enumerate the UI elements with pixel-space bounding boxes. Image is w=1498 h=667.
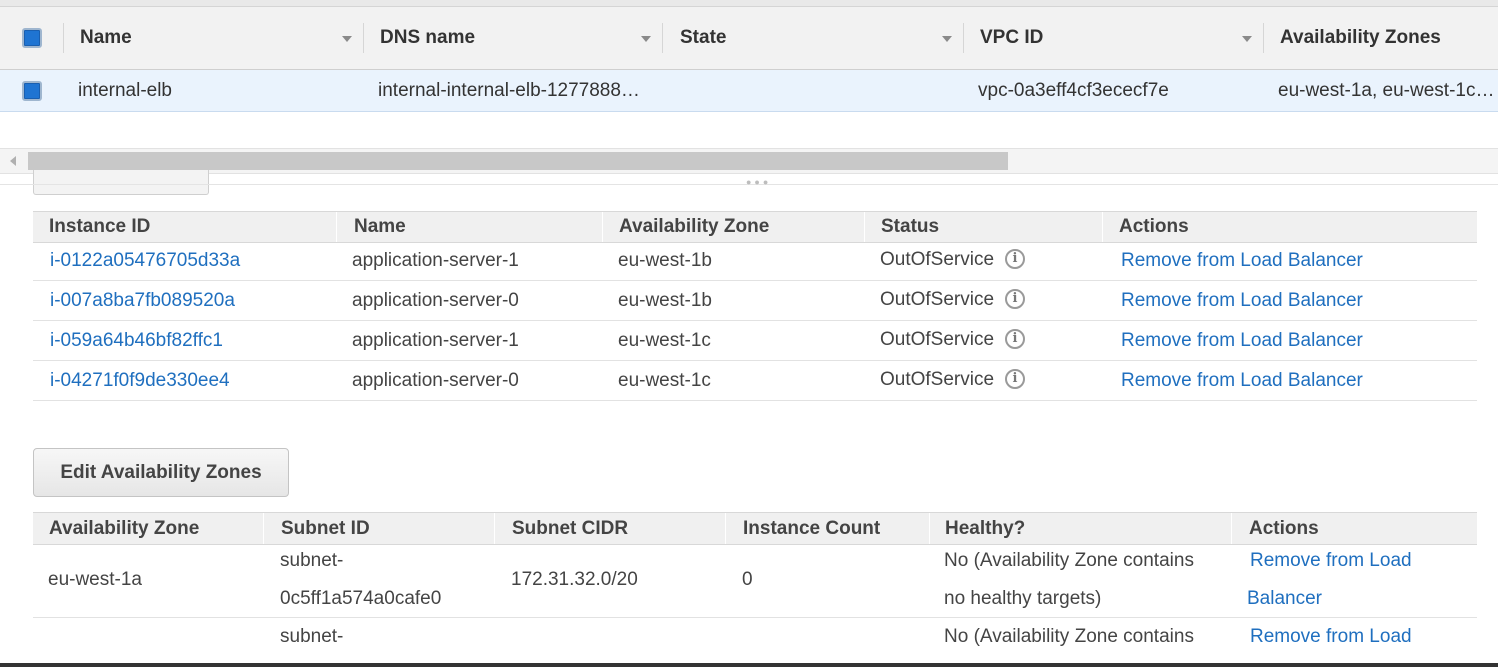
column-separator [602, 212, 603, 242]
instance-az: eu-west-1b [618, 290, 712, 311]
instance-id-link[interactable]: i-007a8ba7fb089520a [50, 290, 235, 312]
lb-dns-name: internal-internal-elb-1277888… [378, 80, 640, 101]
instance-status: OutOfService [880, 249, 995, 270]
column-header-instance-count: Instance Count [743, 518, 881, 539]
sort-caret-icon[interactable] [1242, 36, 1252, 42]
info-icon[interactable]: i [1005, 289, 1025, 309]
info-icon[interactable]: i [1005, 249, 1025, 269]
subnet-cidr: 172.31.32.0/20 [511, 569, 638, 590]
column-header-actions: Actions [1249, 518, 1319, 539]
row-divider [33, 400, 1477, 401]
column-separator [963, 23, 964, 53]
scrollbar-thumb[interactable] [28, 152, 1008, 170]
instance-status: OutOfService [880, 369, 995, 390]
instance-status: OutOfService [880, 329, 995, 350]
instance-count: 0 [742, 569, 753, 590]
column-header-actions: Actions [1119, 216, 1189, 237]
column-header-instance-id: Instance ID [49, 216, 151, 237]
instance-id-link[interactable]: i-0122a05476705d33a [50, 250, 240, 272]
sort-caret-icon[interactable] [342, 36, 352, 42]
remove-zone-link-line-1[interactable]: Remove from Load [1250, 626, 1412, 648]
edit-availability-zones-button[interactable]: Edit Availability Zones [33, 448, 289, 497]
column-header-availability-zone: Availability Zone [49, 518, 200, 539]
column-separator [929, 513, 930, 544]
lb-grid-header: Name DNS name State VPC ID Availability … [0, 7, 1498, 70]
instance-az: eu-west-1b [618, 250, 712, 271]
column-separator [864, 212, 865, 242]
lb-vpc-id: vpc-0a3eff4cf3ececf7e [978, 80, 1169, 101]
column-header-subnet-cidr: Subnet CIDR [512, 518, 629, 539]
subnet-id-line-1: subnet- [280, 550, 344, 571]
remove-from-load-balancer-link[interactable]: Remove from Load Balancer [1121, 370, 1363, 392]
resize-grip-icon[interactable]: ●●● [746, 177, 790, 187]
row-divider [33, 280, 1477, 281]
remove-zone-link-line-2[interactable]: Balancer [1247, 588, 1322, 610]
column-header-vpc-id[interactable]: VPC ID [980, 7, 1043, 69]
zones-table-header: Availability Zone Subnet ID Subnet CIDR … [33, 512, 1477, 545]
column-separator [725, 513, 726, 544]
column-header-name: Name [354, 216, 406, 237]
row-checkbox-icon[interactable] [22, 81, 42, 101]
instance-name: application-server-1 [352, 330, 519, 351]
partially-hidden-button[interactable] [33, 170, 209, 195]
lb-grid-row-selected[interactable]: internal-elb internal-internal-elb-12778… [0, 70, 1498, 112]
remove-zone-link-line-1[interactable]: Remove from Load [1250, 550, 1412, 572]
column-separator [363, 23, 364, 53]
healthy-line-1: No (Availability Zone contains [944, 550, 1194, 571]
lb-availability-zones: eu-west-1a, eu-west-1c… [1278, 80, 1495, 101]
subnet-id-line-1: subnet- [280, 626, 344, 647]
sort-caret-icon[interactable] [942, 36, 952, 42]
healthy-line-1: No (Availability Zone contains [944, 626, 1194, 647]
row-divider [33, 360, 1477, 361]
zone-row-clipped: subnet- No (Availability Zone contains R… [0, 618, 1498, 650]
subnet-id-line-2: 0c5ff1a574a0cafe0 [280, 588, 442, 609]
column-header-state[interactable]: State [680, 7, 726, 69]
column-header-dns-name[interactable]: DNS name [380, 7, 475, 69]
column-header-availability-zones[interactable]: Availability Zones [1280, 7, 1441, 69]
column-header-status: Status [881, 216, 940, 237]
column-header-name[interactable]: Name [80, 7, 132, 69]
column-separator [1102, 212, 1103, 242]
instance-name: application-server-0 [352, 290, 519, 311]
healthy-line-2: no healthy targets) [944, 588, 1102, 609]
instance-id-link[interactable]: i-04271f0f9de330ee4 [50, 370, 230, 392]
column-separator [662, 23, 663, 53]
sort-caret-icon[interactable] [641, 36, 651, 42]
lb-name: internal-elb [78, 80, 172, 101]
remove-from-load-balancer-link[interactable]: Remove from Load Balancer [1121, 250, 1363, 272]
remove-from-load-balancer-link[interactable]: Remove from Load Balancer [1121, 330, 1363, 352]
column-header-availability-zone: Availability Zone [619, 216, 770, 237]
column-header-healthy: Healthy? [945, 518, 1026, 539]
column-separator [1231, 513, 1232, 544]
instance-name: application-server-0 [352, 370, 519, 391]
column-separator [63, 23, 64, 53]
lb-state [680, 70, 960, 111]
instance-id-link[interactable]: i-059a64b46bf82ffc1 [50, 330, 223, 352]
zone-name: eu-west-1a [48, 569, 142, 590]
remove-from-load-balancer-link[interactable]: Remove from Load Balancer [1121, 290, 1363, 312]
grid-top-edge [0, 0, 1498, 7]
instance-status: OutOfService [880, 289, 995, 310]
window-bottom-edge [0, 663, 1498, 667]
scroll-left-arrow-icon[interactable] [10, 156, 16, 166]
column-separator [494, 513, 495, 544]
info-icon[interactable]: i [1005, 329, 1025, 349]
instances-table-header: Instance ID Name Availability Zone Statu… [33, 211, 1477, 243]
column-header-subnet-id: Subnet ID [281, 518, 370, 539]
instance-name: application-server-1 [352, 250, 519, 271]
select-all-checkbox-icon[interactable] [22, 28, 42, 48]
column-separator [1263, 23, 1264, 53]
column-separator [263, 513, 264, 544]
row-divider [33, 320, 1477, 321]
info-icon[interactable]: i [1005, 369, 1025, 389]
column-separator [336, 212, 337, 242]
instance-az: eu-west-1c [618, 330, 711, 351]
horizontal-scrollbar[interactable] [0, 148, 1498, 174]
instance-az: eu-west-1c [618, 370, 711, 391]
